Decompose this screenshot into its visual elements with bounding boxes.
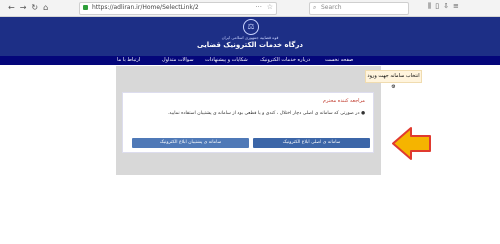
download-icon[interactable]: ⇩ bbox=[443, 2, 453, 10]
settings-icon: ⚙ bbox=[391, 84, 396, 90]
browser-toolbar: ←→↻⌂ https://adliran.ir/Home/SelectLink/… bbox=[0, 0, 500, 17]
refresh-icon[interactable]: ↻ bbox=[31, 3, 43, 12]
menu-item-faq[interactable]: سوالات متداول bbox=[162, 57, 194, 63]
greeting-heading: مراجعه کننده محترم bbox=[322, 98, 365, 104]
home-icon[interactable]: ⌂ bbox=[43, 3, 53, 12]
page-actions-icon[interactable]: ··· bbox=[255, 3, 262, 11]
sidebar-icon[interactable]: ▯ bbox=[435, 2, 443, 10]
site-header: ⚖ قوه قضاییه جمهوری اسلامی ایران درگاه خ… bbox=[0, 17, 500, 56]
lock-icon bbox=[83, 5, 88, 10]
backup-system-button[interactable]: سامانه ی پشتیبان ابلاغ الکترونیک bbox=[132, 138, 249, 148]
content-area: انتخاب سامانه جهت ورود ⚙ مراجعه کننده مح… bbox=[116, 66, 422, 175]
menu-item-contact[interactable]: ارتباط با ما bbox=[117, 57, 140, 63]
search-placeholder: Search bbox=[321, 4, 342, 11]
browser-nav-icons[interactable]: ←→↻⌂ bbox=[8, 3, 53, 12]
back-icon[interactable]: ← bbox=[8, 3, 20, 12]
menu-icon[interactable]: ≡ bbox=[453, 2, 463, 10]
bullet-icon: ● bbox=[359, 111, 365, 116]
notice-panel: مراجعه کننده محترم ● در صورتی که سامانه … bbox=[122, 92, 374, 153]
bookmark-star-icon[interactable]: ☆ bbox=[267, 3, 273, 11]
judiciary-emblem-icon: ⚖ bbox=[243, 19, 259, 35]
menu-item-complaints[interactable]: شکایات و پیشنهادات bbox=[205, 57, 248, 63]
menu-item-home[interactable]: صفحه نخست bbox=[325, 57, 353, 63]
menu-item-about[interactable]: درباره خدمات الکترونیک bbox=[260, 57, 310, 63]
address-url[interactable]: https://adliran.ir/Home/SelectLink/2 bbox=[92, 4, 199, 11]
primary-system-button[interactable]: سامانه ی اصلی ابلاغ الکترونیک bbox=[253, 138, 370, 148]
main-menu: صفحه نخست درباره خدمات الکترونیک شکایات … bbox=[0, 56, 500, 65]
judiciary-caption: قوه قضاییه جمهوری اسلامی ایران bbox=[221, 35, 279, 40]
browser-tool-icons[interactable]: ⫼▯⇩≡ bbox=[428, 2, 463, 11]
forward-icon[interactable]: → bbox=[20, 3, 32, 12]
address-bar[interactable]: https://adliran.ir/Home/SelectLink/2 ···… bbox=[79, 2, 277, 15]
browser-search-box[interactable]: ⌕ Search bbox=[309, 2, 409, 15]
notice-message: در صورتی که سامانه ی اصلی دچار اختلال ، … bbox=[167, 111, 360, 116]
system-selection-text: انتخاب سامانه جهت ورود bbox=[367, 73, 420, 79]
search-icon: ⌕ bbox=[313, 4, 317, 11]
pointer-arrow-icon bbox=[392, 127, 431, 160]
notice-text: ● در صورتی که سامانه ی اصلی دچار اختلال … bbox=[168, 111, 365, 116]
system-selection-label: انتخاب سامانه جهت ورود ⚙ bbox=[365, 70, 422, 90]
portal-title: درگاه خدمات الکترونیک قضایی bbox=[197, 41, 303, 49]
